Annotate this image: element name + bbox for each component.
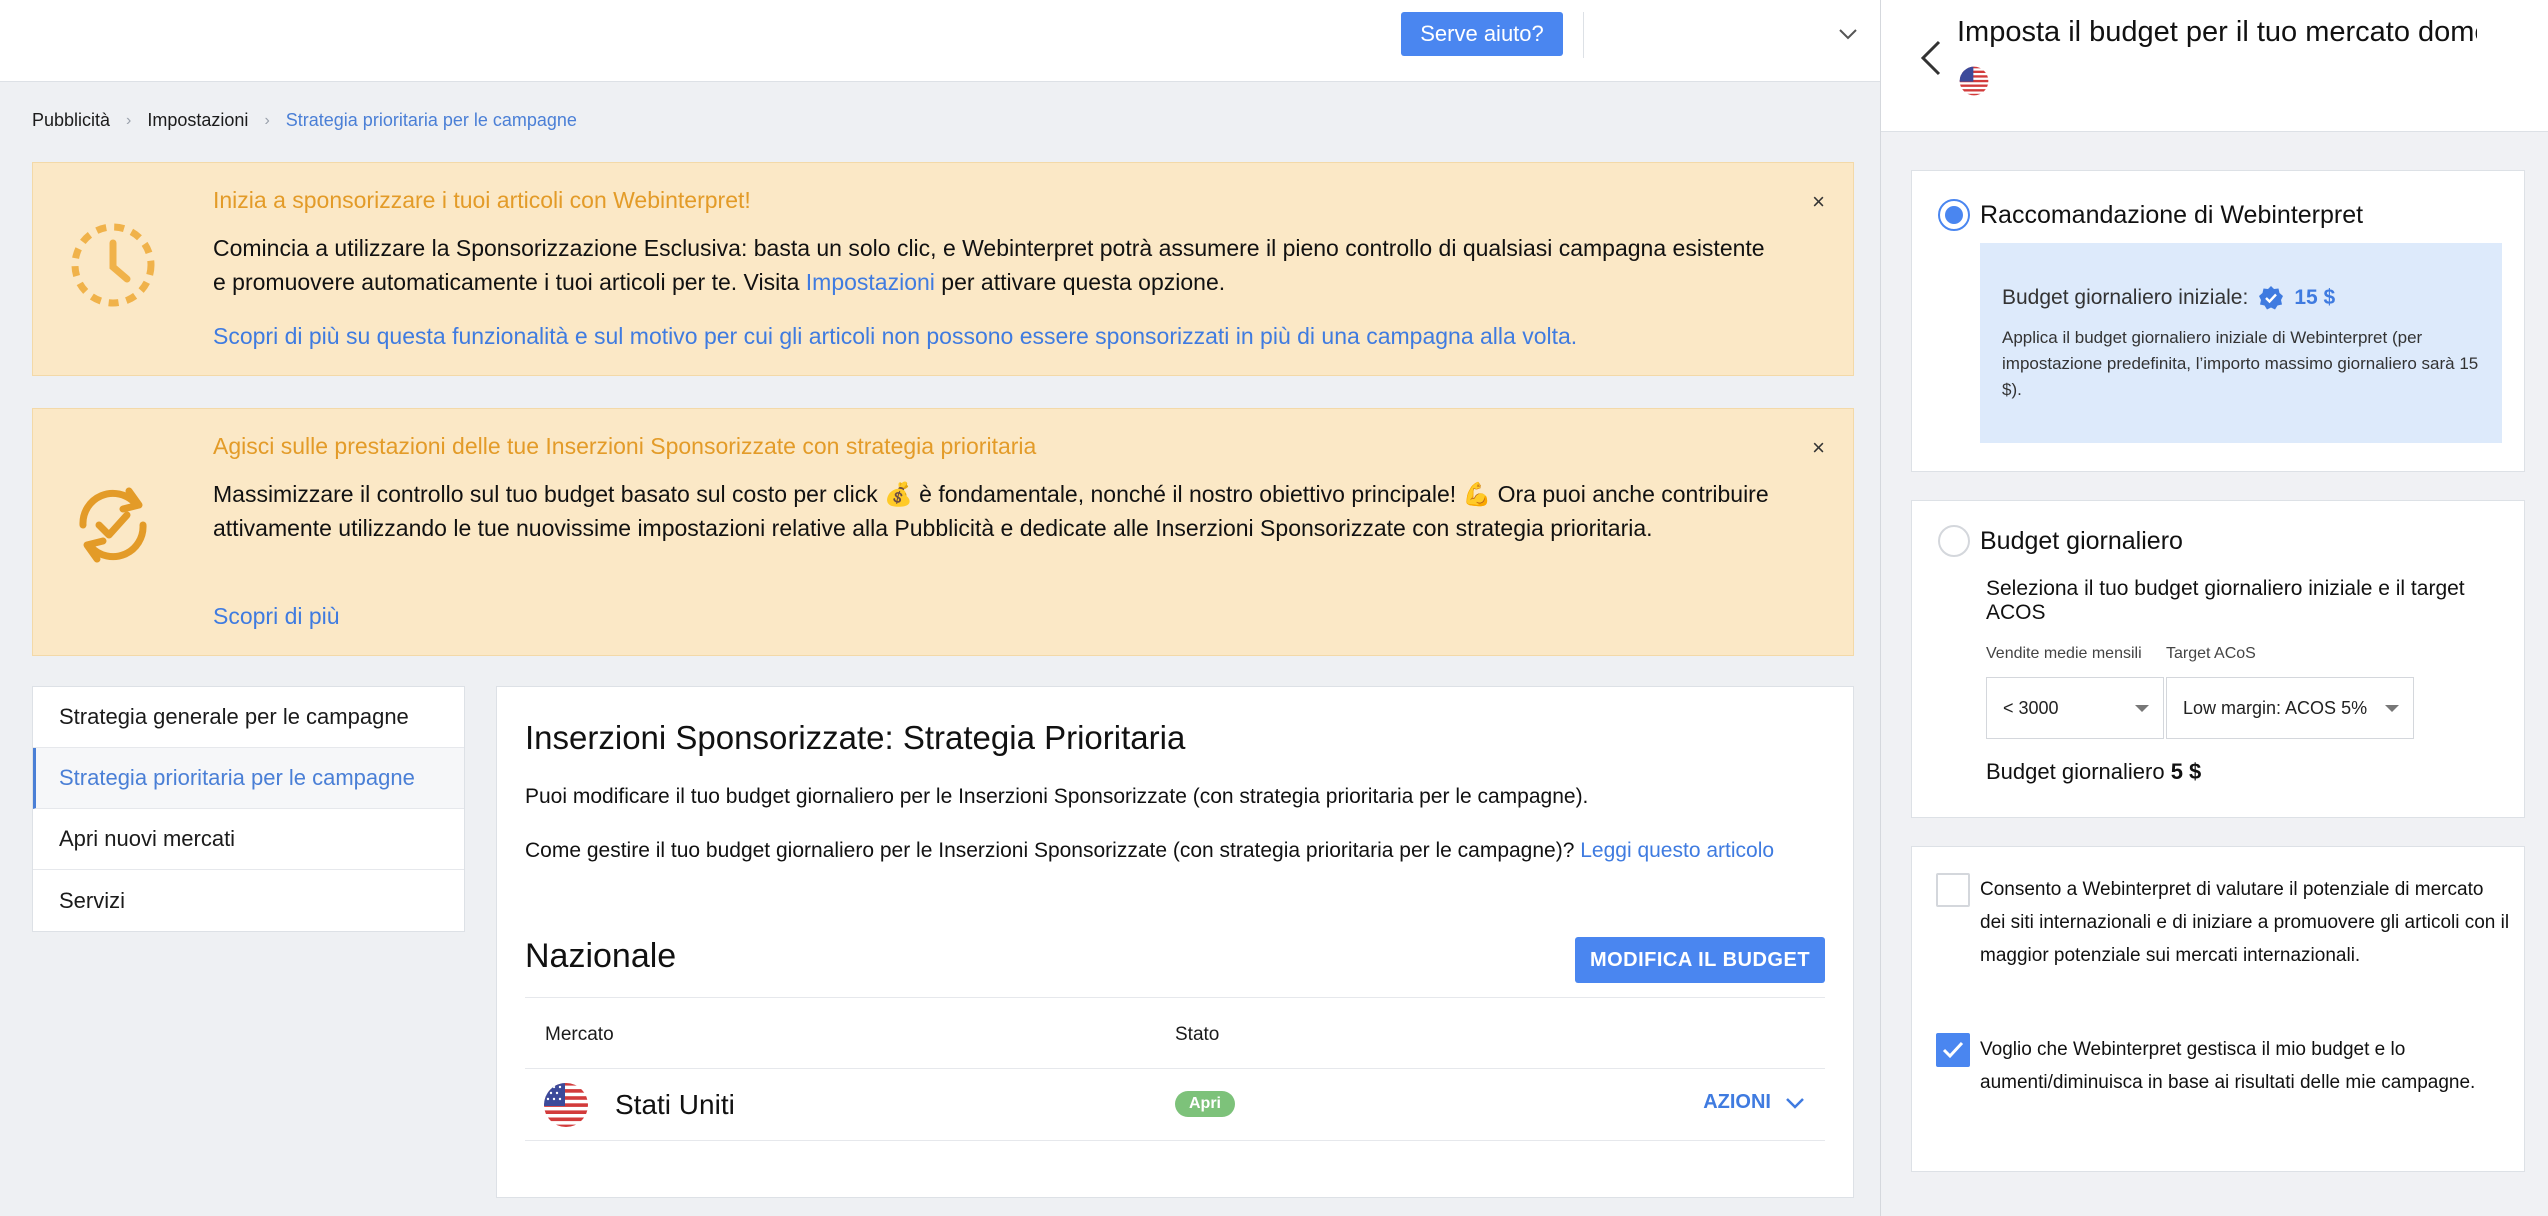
refresh-check-icon xyxy=(79,487,147,563)
chevron-down-icon xyxy=(1786,1097,1804,1109)
target-acos-label: Target ACoS xyxy=(2166,645,2256,662)
daily-budget-total-value: 5 $ xyxy=(2170,759,2202,784)
initial-budget-value: 15 $ xyxy=(2294,286,2336,309)
monthly-sales-select[interactable]: < 3000 xyxy=(1986,677,2164,739)
daily-budget-option-card: Budget giornaliero Seleziona il tuo budg… xyxy=(1911,500,2525,818)
priority-strategy-banner: Agisci sulle prestazioni delle tue Inser… xyxy=(32,408,1854,656)
breadcrumb-item-current: Strategia prioritaria per le campagne xyxy=(285,110,577,130)
panel-header: Imposta il budget per il tuo mercato dom… xyxy=(1881,0,2548,132)
banner-title: Agisci sulle prestazioni delle tue Inser… xyxy=(213,433,1037,459)
help-button[interactable]: Serve aiuto? xyxy=(1401,12,1563,56)
nav-item-priority-strategy[interactable]: Strategia prioritaria per le campagne xyxy=(33,748,464,809)
caret-down-icon xyxy=(2385,705,2399,712)
page-title: Inserzioni Sponsorizzate: Strategia Prio… xyxy=(525,719,1186,756)
chevron-down-icon[interactable] xyxy=(1836,22,1860,46)
close-icon[interactable]: × xyxy=(1812,191,1825,213)
caret-down-icon xyxy=(2135,705,2149,712)
monthly-sales-value: < 3000 xyxy=(2003,697,2059,718)
us-flag-icon xyxy=(1959,66,1989,96)
recommendation-box: Budget giornaliero iniziale: 15 $ Applic… xyxy=(1980,243,2502,443)
banner-title: Inizia a sponsorizzare i tuoi articoli c… xyxy=(213,187,751,213)
settings-link[interactable]: Impostazioni xyxy=(806,269,935,295)
daily-budget-radio[interactable] xyxy=(1938,525,1970,557)
target-acos-value: Low margin: ACOS 5% xyxy=(2183,697,2368,718)
international-markets-checkbox[interactable] xyxy=(1936,873,1970,907)
banner-body: Comincia a utilizzare la Sponsorizzazion… xyxy=(213,231,1773,299)
learn-more-link[interactable]: Scopri di più xyxy=(213,603,340,630)
breadcrumb-separator: › xyxy=(264,111,270,129)
description-text: Puoi modificare il tuo budget giornalier… xyxy=(525,785,1589,808)
actions-label: AZIONI xyxy=(1703,1091,1771,1113)
breadcrumb-item-advertising[interactable]: Pubblicità xyxy=(32,110,110,131)
daily-budget-description: Seleziona il tuo budget giornaliero iniz… xyxy=(1986,577,2465,624)
target-acos-select[interactable]: Low margin: ACOS 5% xyxy=(2166,677,2414,739)
consent-card: Consento a Webinterpret di valutare il p… xyxy=(1911,846,2525,1172)
read-article-link[interactable]: Leggi questo articolo xyxy=(1580,839,1774,862)
initial-budget-label: Budget giornaliero iniziale: xyxy=(2002,286,2249,309)
topbar-divider xyxy=(1583,12,1584,58)
daily-budget-label: Budget giornaliero xyxy=(1980,527,2183,555)
table-header: Mercato Stato xyxy=(525,997,1825,1069)
market-name: Stati Uniti xyxy=(615,1089,735,1120)
breadcrumb-item-settings[interactable]: Impostazioni xyxy=(147,110,248,131)
recommendation-description: Applica il budget giornaliero iniziale d… xyxy=(2002,328,2479,399)
help-text-question: Come gestire il tuo budget giornaliero p… xyxy=(525,839,1581,862)
help-text: Come gestire il tuo budget giornaliero p… xyxy=(525,835,1815,866)
banner-body-text-end: per attivare questa opzione. xyxy=(934,269,1226,295)
close-icon[interactable]: × xyxy=(1812,437,1825,459)
column-header-status: Stato xyxy=(1175,1024,1220,1045)
recommendation-label: Raccomandazione di Webinterpret xyxy=(1980,201,2364,229)
breadcrumb-separator: › xyxy=(126,111,132,129)
learn-more-link[interactable]: Scopri di più su questa funzionalità e s… xyxy=(213,323,1577,350)
daily-budget-total-label: Budget giornaliero xyxy=(1986,759,2171,784)
status-badge: Apri xyxy=(1175,1091,1235,1117)
manage-budget-text: Voglio che Webinterpret gestisca il mio … xyxy=(1980,1039,2476,1093)
recommendation-radio[interactable] xyxy=(1938,199,1970,231)
column-header-market: Mercato xyxy=(545,1024,614,1045)
edit-budget-button[interactable]: MODIFICA IL BUDGET xyxy=(1575,937,1825,983)
section-title: Nazionale xyxy=(525,937,677,975)
promo-banner: Inizia a sponsorizzare i tuoi articoli c… xyxy=(32,162,1854,376)
panel-title: Imposta il budget per il tuo mercato dom… xyxy=(1957,16,2477,48)
check-icon xyxy=(1942,1041,1964,1059)
recommendation-option-card: Raccomandazione di Webinterpret Budget g… xyxy=(1911,170,2525,472)
budget-side-panel: Imposta il budget per il tuo mercato dom… xyxy=(1880,0,2548,1216)
actions-dropdown[interactable]: AZIONI xyxy=(1703,1091,1805,1114)
clock-icon xyxy=(71,223,155,307)
settings-nav: Strategia generale per le campagne Strat… xyxy=(32,686,465,932)
monthly-sales-label: Vendite medie mensili xyxy=(1986,645,2142,662)
table-row: Stati Uniti Apri AZIONI xyxy=(525,1069,1825,1141)
nav-item-general-strategy[interactable]: Strategia generale per le campagne xyxy=(33,687,464,748)
nav-item-open-markets[interactable]: Apri nuovi mercati xyxy=(33,809,464,870)
banner-body: Massimizzare il controllo sul tuo budget… xyxy=(213,481,1769,541)
initial-budget: Budget giornaliero iniziale: 15 $ xyxy=(2002,285,2335,311)
manage-budget-checkbox[interactable] xyxy=(1936,1033,1970,1067)
nav-item-services[interactable]: Servizi xyxy=(33,870,464,931)
back-arrow-icon[interactable] xyxy=(1917,38,1945,78)
main-card: Inserzioni Sponsorizzate: Strategia Prio… xyxy=(496,686,1854,1198)
markets-table: Mercato Stato Stati Uniti Apri AZIONI xyxy=(525,997,1825,1141)
top-bar: Serve aiuto? xyxy=(0,0,1880,82)
breadcrumb: Pubblicità › Impostazioni › Strategia pr… xyxy=(32,110,577,131)
daily-budget-total: Budget giornaliero 5 $ xyxy=(1986,759,2201,785)
us-flag-icon xyxy=(544,1083,588,1127)
verified-badge-icon xyxy=(2259,286,2284,310)
international-markets-text: Consento a Webinterpret di valutare il p… xyxy=(1980,879,2510,966)
